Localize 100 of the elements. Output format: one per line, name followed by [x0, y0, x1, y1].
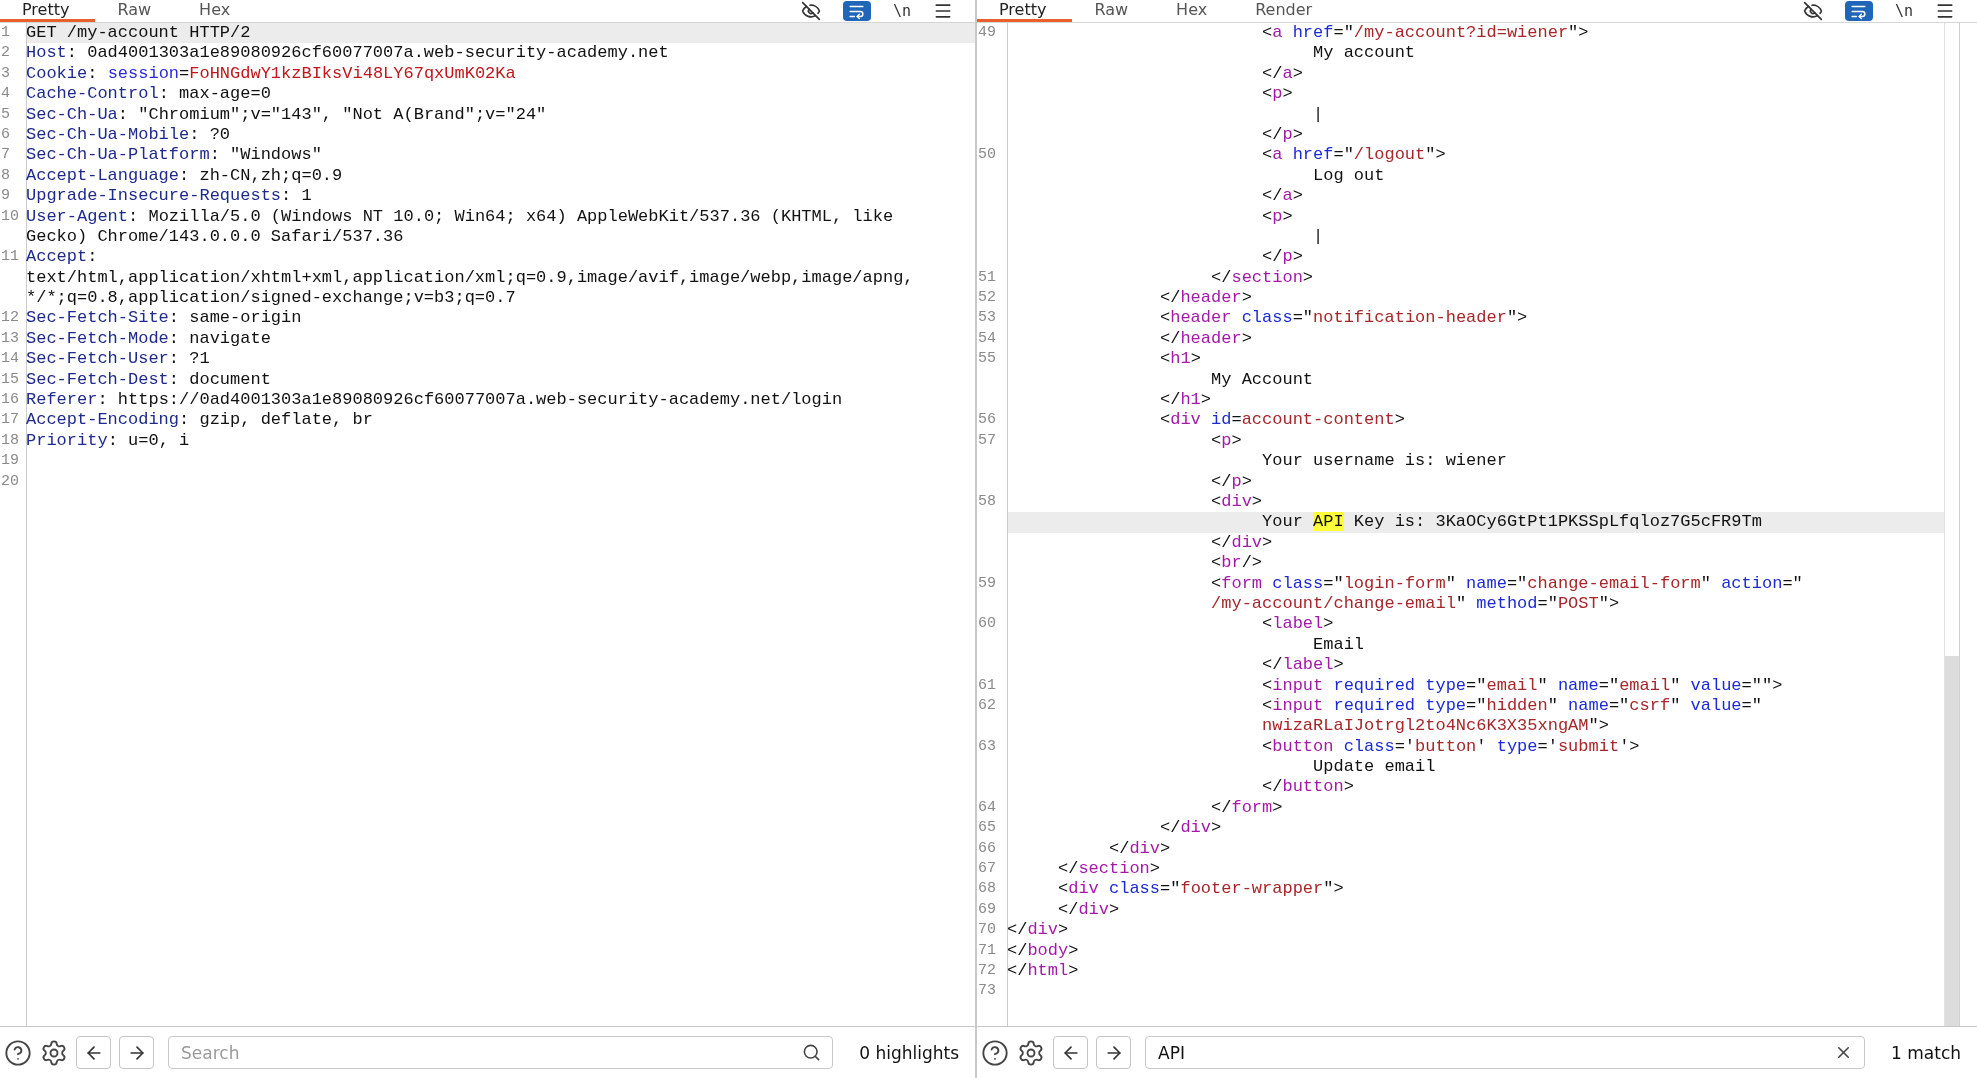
search-icon[interactable]	[802, 1043, 822, 1062]
settings-icon[interactable]	[1017, 1038, 1045, 1067]
code-line: Cache-Control: max-age=0	[26, 84, 271, 105]
settings-icon[interactable]	[40, 1038, 68, 1067]
code-line: </section>	[1058, 859, 1161, 880]
line-number: 55	[978, 350, 996, 368]
code-line: <div id=account-content>	[1160, 410, 1405, 431]
wrap-lines-toggle[interactable]	[842, 1, 871, 21]
code-line: |	[1313, 104, 1324, 125]
code-line: <input required type="hidden" name="csrf" value="	[1262, 695, 1762, 717]
code-line: <br/>	[1211, 553, 1263, 574]
code-line: text/html,application/xhtml+xml,application/xml;q=0.9,image/avif,image/webp,image/apng,	[26, 267, 914, 289]
back-button[interactable]	[1053, 1036, 1088, 1069]
line-number: 6	[1, 125, 10, 143]
line-number: 70	[978, 921, 996, 939]
code-line: Host: 0ad4001303a1e89080926cf60077007a.web-security-academy.net	[26, 43, 669, 64]
code-line: </h1>	[1160, 390, 1212, 411]
code-line: <a href="/logout">	[1262, 145, 1446, 166]
help-icon[interactable]	[981, 1038, 1009, 1067]
code-line: </header>	[1160, 328, 1252, 350]
code-line: </div>	[1007, 920, 1069, 941]
tab[interactable]: Pretty	[977, 0, 1073, 22]
code-line: <p>	[1262, 84, 1293, 105]
line-number: 63	[978, 737, 996, 755]
code-line: <div>	[1211, 492, 1263, 513]
line-number: 56	[978, 411, 996, 429]
code-line: Sec-Fetch-Dest: document	[26, 369, 271, 391]
code-line: Log out	[1313, 165, 1385, 187]
eye-slash-icon[interactable]	[1802, 1, 1823, 21]
help-icon[interactable]	[4, 1038, 32, 1067]
line-number: 17	[1, 411, 19, 429]
code-line: </form>	[1211, 797, 1283, 819]
line-number: 12	[1, 309, 19, 327]
code-line: Upgrade-Insecure-Requests: 1	[26, 186, 312, 207]
line-number: 58	[978, 493, 996, 510]
forward-button[interactable]	[119, 1036, 154, 1069]
line-number: 7	[1, 146, 10, 164]
code-line: Gecko) Chrome/143.0.0.0 Safari/537.36	[26, 226, 404, 248]
code-line: <input required type="email" name="email" value="">	[1262, 675, 1783, 696]
line-number: 67	[978, 860, 996, 877]
code-line: </p>	[1262, 247, 1303, 268]
scrollbar-thumb[interactable]	[1945, 656, 1959, 1026]
wrap-lines-toggle[interactable]	[1844, 1, 1873, 21]
line-number: 53	[978, 309, 996, 327]
code-line: </body>	[1007, 940, 1079, 961]
match-count: 1 match	[1891, 1042, 1961, 1063]
code-line: Accept:	[26, 247, 98, 268]
code-line: </button>	[1262, 777, 1354, 798]
code-line: </p>	[1211, 471, 1252, 492]
code-line: </div>	[1160, 818, 1222, 839]
back-button[interactable]	[76, 1036, 111, 1069]
code-line: User-Agent: Mozilla/5.0 (Windows NT 10.0; Win64; x64) AppleWebKit/537.36 (KHTML, like	[26, 206, 894, 227]
code-line: </p>	[1262, 124, 1303, 146]
code-line: <label>	[1262, 614, 1334, 635]
code-line: Your API Key is: 3KaOCy6GtPt1PKSSpLfqloz7G5cFR9Tm	[1262, 512, 1762, 533]
line-number: 16	[1, 391, 19, 409]
line-number: 13	[1, 329, 19, 347]
line-number: 64	[978, 798, 996, 816]
code-line: Accept-Encoding: gzip, deflate, br	[26, 410, 373, 431]
code-line: */*;q=0.8,application/signed-exchange;v=b3;q=0.7	[26, 288, 516, 309]
eye-slash-icon[interactable]	[800, 1, 821, 21]
code-line: </html>	[1007, 960, 1079, 982]
code-line: My account	[1313, 43, 1416, 64]
code-line: Sec-Ch-Ua-Mobile: ?0	[26, 124, 231, 146]
line-number: 1	[1, 24, 10, 41]
line-number: 20	[1, 472, 19, 490]
forward-button[interactable]	[1096, 1036, 1131, 1069]
line-number: 59	[978, 574, 996, 592]
line-number: 49	[978, 24, 996, 41]
code-line: Cookie: session=FoHNGdwY1kzBIksVi48LY67qxUmK02Ka	[26, 63, 516, 85]
tab[interactable]: Pretty	[0, 0, 96, 22]
search-field[interactable]: Search	[168, 1036, 834, 1069]
line-number: 66	[978, 839, 996, 857]
code-line: </a>	[1262, 186, 1303, 207]
search-field[interactable]: API	[1145, 1036, 1865, 1069]
line-number: 11	[1, 248, 19, 266]
line-number: 62	[978, 696, 996, 714]
code-line: <button class='button' type='submit'>	[1262, 736, 1640, 758]
line-number: 50	[978, 146, 996, 164]
newline-toggle[interactable]: \n	[892, 2, 911, 20]
code-line: <p>	[1211, 430, 1242, 452]
code-line: Update email	[1313, 757, 1436, 778]
code-line: Referer: https://0ad4001303a1e89080926cf60077007a.web-security-academy.net/login	[26, 390, 843, 411]
code-line: <header class="notification-header">	[1160, 308, 1528, 329]
code-line: nwizaRLaIJotrgl2to4Nc6K3X35xngAM">	[1262, 716, 1609, 737]
code-line: <h1>	[1160, 349, 1201, 370]
line-number: 60	[978, 615, 996, 633]
line-number: 69	[978, 900, 996, 918]
line-number: 3	[1, 64, 10, 82]
code-line: Sec-Fetch-Site: same-origin	[26, 308, 302, 329]
line-number: 52	[978, 289, 996, 307]
line-number: 5	[1, 105, 10, 123]
menu-icon[interactable]	[933, 1, 953, 21]
line-number: 68	[978, 880, 996, 898]
code-line: <div class="footer-wrapper">	[1058, 879, 1344, 900]
line-number: 4	[1, 85, 10, 103]
menu-icon[interactable]	[1935, 1, 1955, 21]
line-number: 8	[1, 166, 10, 184]
newline-toggle[interactable]: \n	[1894, 2, 1913, 20]
line-number: 54	[978, 329, 996, 347]
